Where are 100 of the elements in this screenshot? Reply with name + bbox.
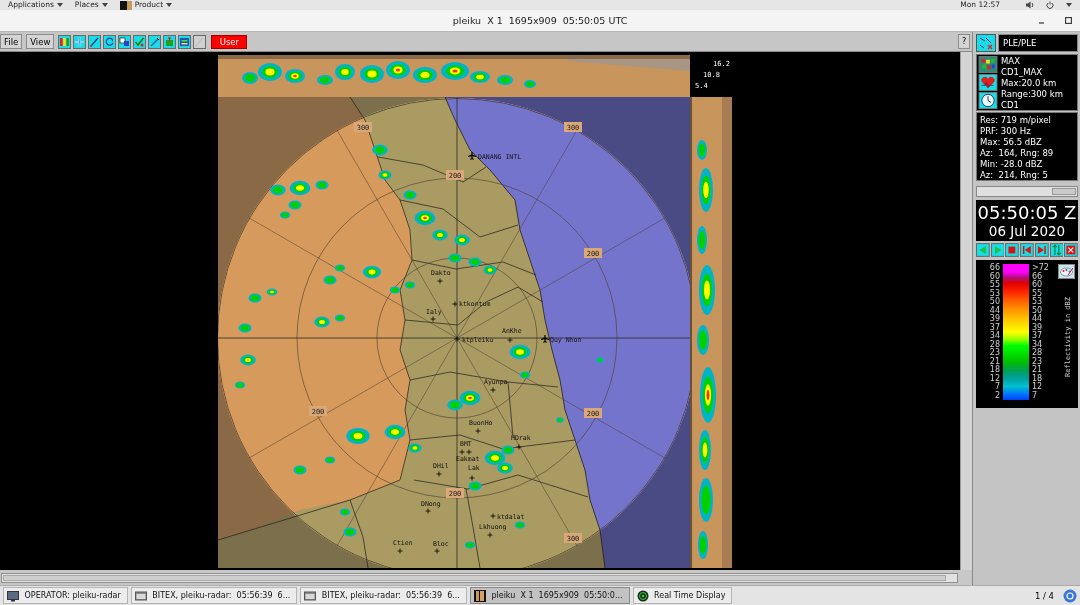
legend-value: 28: [1032, 349, 1044, 357]
rain-echo: [414, 210, 436, 226]
rain-echo: [698, 531, 708, 559]
stop-icon[interactable]: [1005, 243, 1020, 257]
city-marker-icon: [516, 444, 522, 450]
squares-icon[interactable]: [118, 34, 132, 49]
product-info: Range:300 km: [1001, 89, 1063, 100]
city-marker-icon: [487, 532, 493, 538]
date-readout: 06 Jul 2020: [988, 222, 1066, 239]
time-readout: 05:50:05 Z: [977, 202, 1077, 223]
legend-value: 21: [1032, 366, 1044, 374]
taskbar-item[interactable]: OPERATOR: pleiku-radar: [3, 587, 128, 604]
pencil-icon[interactable]: [148, 34, 162, 49]
legend-value: 7: [1032, 391, 1039, 400]
rain-echo: [413, 67, 437, 83]
ring-icon: [636, 589, 649, 602]
help-button[interactable]: ?: [958, 34, 970, 49]
rain-echo: [346, 427, 370, 445]
refresh-icon[interactable]: [103, 34, 117, 49]
check-icon[interactable]: [133, 34, 147, 49]
rain-echo: [700, 367, 716, 423]
crosshair-icon[interactable]: [73, 34, 87, 49]
stat-line: Az: 214, Rng: 5: [980, 170, 1049, 181]
taskbar-item[interactable]: pleiku X 1 1695x909 05:50:0...: [469, 587, 630, 604]
city-marker-icon: [490, 387, 496, 393]
legend-value: 60: [1032, 281, 1044, 289]
cross-tile-icon[interactable]: [976, 34, 996, 52]
city-marker-icon: [425, 508, 431, 514]
heart-icon[interactable]: [978, 74, 998, 91]
product-field[interactable]: PLE/PLE: [998, 34, 1078, 52]
taskbar-item[interactable]: Real Time Display: [632, 587, 733, 604]
legend-value: 37: [1032, 332, 1044, 340]
rain-echo: [509, 344, 531, 360]
box-icon[interactable]: [163, 34, 177, 49]
rain-echo: [324, 456, 336, 464]
rain-echo: [697, 325, 709, 355]
rain-echo: [699, 265, 715, 315]
legend-value: 7: [994, 383, 1000, 391]
legend-value: 60: [989, 272, 1000, 281]
rain-echo: [314, 316, 330, 328]
vertical-scrollbar[interactable]: [960, 52, 972, 570]
stat-line: Az: 164, Rng: 89: [980, 148, 1055, 159]
rain-echo: [289, 180, 311, 196]
play-icon[interactable]: [990, 243, 1005, 257]
legend-value: 23: [989, 349, 1000, 357]
line-icon[interactable]: [88, 34, 102, 49]
layers-icon[interactable]: [178, 34, 192, 49]
arrows-icon[interactable]: [1049, 243, 1064, 257]
rain-echo: [699, 478, 713, 522]
rain-echo: [697, 140, 707, 160]
horizontal-scrollbar[interactable]: [1, 572, 958, 583]
city-marker-icon: [436, 471, 442, 477]
taskbar-item[interactable]: BITEX, pleiku-radar: 05:56:39 6...: [130, 587, 298, 604]
bars-icon[interactable]: [58, 34, 72, 49]
maximize-icon[interactable]: [1065, 17, 1072, 24]
rain-echo: [459, 390, 481, 406]
palette-icon[interactable]: [1058, 264, 1075, 279]
rain-echo: [293, 465, 307, 475]
menu-button[interactable]: File: [0, 34, 23, 49]
rain-echo: [360, 65, 384, 83]
speaker-icon[interactable]: [1026, 1, 1034, 9]
legend-value: 39: [1032, 323, 1044, 332]
skip-back-icon[interactable]: [1020, 243, 1034, 257]
rain-echo: [697, 226, 707, 254]
taskbar-item[interactable]: BITEX, pleiku-radar: 05:56:39 6...: [300, 587, 467, 604]
city-marker-icon: [507, 337, 513, 343]
city-marker-icon: [437, 278, 443, 284]
legend-value: 37: [989, 323, 1000, 332]
product-info: CD1: [1001, 100, 1020, 111]
menu-button[interactable]: View: [26, 34, 55, 49]
legend-value: 23: [1032, 357, 1044, 366]
rain-echo: [334, 264, 346, 272]
workspace-indicator[interactable]: 1 / 4: [1034, 590, 1054, 601]
x-tile-icon[interactable]: [1064, 243, 1078, 257]
mosaic-icon[interactable]: [978, 56, 998, 73]
caret-icon[interactable]: [1066, 3, 1072, 7]
airplane-icon: [541, 335, 549, 343]
panel-scrollbar[interactable]: [976, 186, 1078, 197]
legend-value: 34: [1032, 340, 1044, 349]
rain-echo: [378, 170, 392, 180]
circle-icon[interactable]: [1063, 588, 1077, 603]
city-marker-icon: [434, 548, 440, 554]
stat-line: Max: 56.5 dBZ: [980, 137, 1043, 148]
legend-value: 12: [1032, 383, 1044, 391]
rain-echo: [447, 399, 463, 411]
city-marker-icon: [490, 513, 496, 519]
caret-icon: [56, 3, 63, 7]
caret-icon: [166, 3, 173, 7]
rain-echo: [556, 417, 564, 423]
rain-echo: [384, 424, 406, 440]
power-icon[interactable]: [1046, 1, 1054, 9]
legend-value: 53: [989, 289, 1000, 298]
rain-echo: [454, 234, 470, 246]
user-button[interactable]: User: [211, 34, 248, 49]
legend-value: 66: [989, 264, 1000, 272]
previous-icon[interactable]: [976, 243, 990, 257]
rain-echo: [468, 481, 482, 491]
product-info: Max:20.0 km: [1001, 78, 1058, 89]
skip-forward-icon[interactable]: [1034, 243, 1049, 257]
clock-icon[interactable]: [978, 92, 998, 109]
